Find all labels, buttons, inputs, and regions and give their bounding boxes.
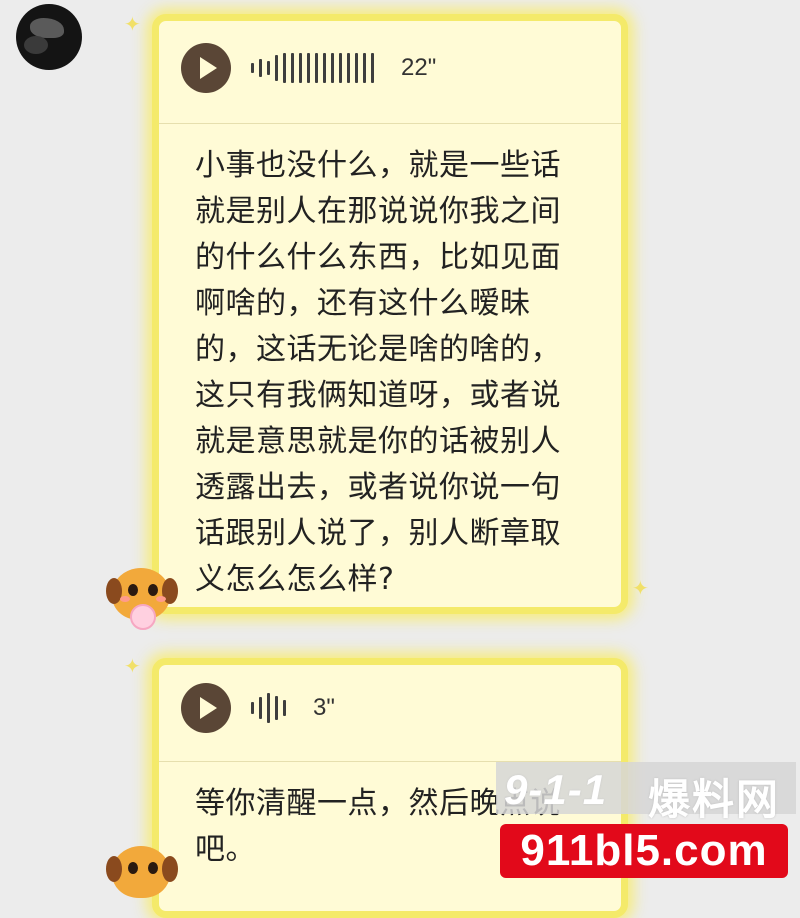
voice-transcript-text: 小事也没什么，就是一些话 就是别人在那说说你我之间 的什么什么东西，比如见面 啊… xyxy=(195,148,561,597)
watermark-site-name: 爆料网 xyxy=(648,775,781,824)
voice-duration: 22" xyxy=(401,54,437,81)
play-icon[interactable] xyxy=(181,683,231,733)
voice-message-bubble[interactable]: 22" 小事也没什么，就是一些话 就是别人在那说说你我之间 的什么什么东西，比如… xyxy=(152,14,628,614)
voice-player[interactable]: 3" xyxy=(181,683,335,733)
voice-player[interactable]: 22" xyxy=(181,43,436,93)
avatar-graphic-shadow xyxy=(24,36,48,54)
waveform-icon xyxy=(251,688,291,728)
watermark-logo: 9-1-1 xyxy=(504,766,608,813)
watermark-banner: 9-1-1 爆料网 xyxy=(496,762,796,824)
sparkle-icon: ✦ xyxy=(632,576,649,600)
waveform-icon xyxy=(251,48,379,88)
sparkle-icon: ✦ xyxy=(124,12,141,36)
watermark-url: 911bl5.com xyxy=(520,826,768,875)
dog-emoji-badge xyxy=(104,568,178,630)
sender-avatar[interactable] xyxy=(16,4,82,70)
watermark: 9-1-1 爆料网 911bl5.com xyxy=(496,758,796,883)
sparkle-icon: ✦ xyxy=(124,654,141,678)
dog-emoji-badge xyxy=(104,846,178,908)
play-icon[interactable] xyxy=(181,43,231,93)
watermark-url-badge: 911bl5.com xyxy=(500,824,788,878)
voice-duration: 3" xyxy=(313,694,335,721)
transcript-divider xyxy=(159,123,621,124)
avatar-graphic xyxy=(30,18,64,38)
